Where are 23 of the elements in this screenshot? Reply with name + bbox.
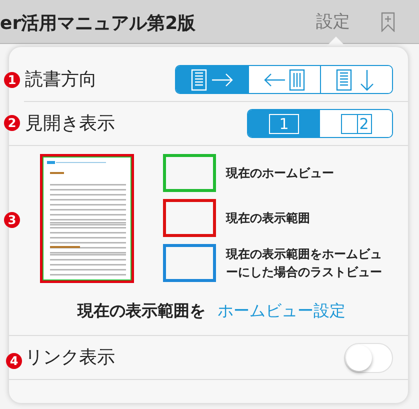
- link-display-toggle[interactable]: [344, 342, 393, 372]
- number-badge: 2: [4, 115, 20, 131]
- legend-label: 現在のホームビュー: [226, 165, 335, 182]
- legend-label: 現在の表示範囲をホームビューにした場合のラストビュー: [226, 246, 383, 281]
- reading-direction-label: 読書方向: [25, 68, 97, 92]
- bookmark-plus-icon[interactable]: [381, 12, 395, 32]
- spread-segment[interactable]: 2: [320, 110, 392, 137]
- number-badge: 3: [4, 212, 20, 228]
- set-home-view-link[interactable]: ホームビュー設定: [218, 298, 346, 322]
- direction-segment[interactable]: [248, 66, 320, 93]
- spread-segment[interactable]: 1: [248, 110, 320, 137]
- settings-tab[interactable]: 設定: [316, 10, 350, 36]
- book-title: er活用マニュアル第2版: [0, 12, 196, 36]
- text-right-arrow-icon: [190, 68, 234, 92]
- number-badge: 1: [4, 72, 20, 88]
- left-arrow-columns-icon: [262, 68, 306, 92]
- spread-view-label: 見開き表示: [25, 112, 115, 136]
- number-badge: 4: [6, 353, 22, 369]
- home-view-prompt: 現在の表示範囲を: [78, 300, 206, 322]
- direction-segment[interactable]: [320, 66, 392, 93]
- link-display-label: リンク表示: [25, 346, 115, 370]
- direction-segment[interactable]: [176, 66, 248, 93]
- legend-label: 現在の表示範囲: [226, 210, 311, 227]
